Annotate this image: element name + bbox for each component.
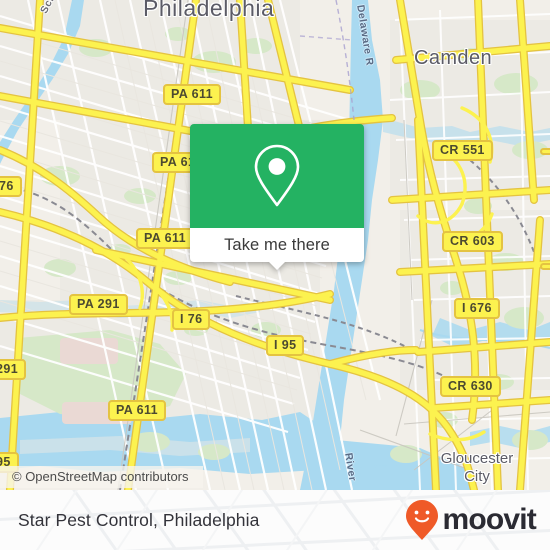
- shield-291-west-edge: 291: [0, 359, 27, 380]
- shield-pa-611-north: PA 611: [163, 84, 222, 105]
- footer-bar: Star Pest Control, Philadelphia moovit: [0, 490, 550, 550]
- osm-attribution[interactable]: © OpenStreetMap contributors: [0, 466, 203, 488]
- place-label-camden: Camden: [414, 47, 492, 69]
- shield-pa-291: PA 291: [69, 294, 128, 315]
- moovit-map-screen: Schuylkill Ave Delaware R River Philadel…: [0, 0, 550, 550]
- shield-pa-611-center: PA 611: [136, 228, 195, 249]
- shield-i-676: I 676: [454, 298, 500, 319]
- shield-cr-630: CR 630: [440, 376, 501, 397]
- place-label-philadelphia: Philadelphia: [143, 0, 275, 21]
- moovit-wordmark: moovit: [442, 503, 536, 536]
- shield-76-west-edge: 76: [0, 176, 22, 197]
- take-me-there-label: Take me there: [224, 235, 330, 254]
- shield-cr-603: CR 603: [442, 231, 503, 252]
- popup-card-footer[interactable]: Take me there: [190, 228, 364, 270]
- shield-right-edge-upper: [540, 148, 550, 155]
- map-pin-icon: [254, 144, 300, 207]
- shield-right-edge-lower: [540, 263, 550, 270]
- shield-i-95-center: I 95: [266, 335, 305, 356]
- popup-card-pointer: [268, 261, 286, 270]
- place-title: Star Pest Control, Philadelphia: [18, 509, 260, 530]
- shield-cr-551: CR 551: [432, 140, 493, 161]
- moovit-pin-icon: [406, 500, 439, 540]
- map-canvas[interactable]: Schuylkill Ave Delaware R River Philadel…: [0, 0, 550, 490]
- popup-card-header: [190, 124, 364, 228]
- location-popup-card[interactable]: Take me there: [190, 124, 364, 270]
- shield-pa-611-south: PA 611: [108, 400, 167, 421]
- moovit-logo[interactable]: moovit: [405, 490, 537, 550]
- shield-i-76: I 76: [172, 309, 211, 330]
- place-label-gloucester-city: Gloucester City: [440, 450, 514, 485]
